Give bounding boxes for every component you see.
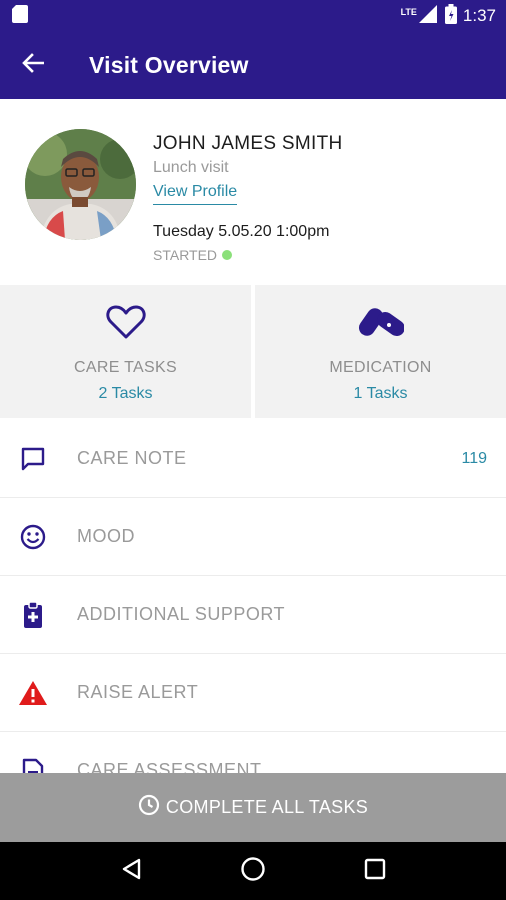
home-circle-icon — [240, 856, 266, 887]
back-triangle-icon — [121, 858, 141, 885]
task-tiles: CARE TASKS 2 Tasks MEDICATION 1 Tasks — [0, 285, 506, 418]
menu-item-label: MOOD — [77, 526, 135, 546]
nav-back-button[interactable] — [106, 846, 156, 896]
tile-count: 1 Tasks — [353, 385, 408, 402]
clock-icon — [138, 794, 160, 821]
status-time: 1:37 — [462, 6, 496, 25]
care-note-count: 119 — [461, 449, 487, 467]
tile-label: MEDICATION — [329, 359, 432, 376]
network-type: LTE — [400, 7, 417, 17]
profile-header: JOHN JAMES SMITH Lunch visit View Profil… — [0, 99, 506, 285]
signal-icon — [418, 4, 439, 28]
cta-label: COMPLETE ALL TASKS — [165, 797, 369, 817]
page-title: Visit Overview — [89, 52, 249, 78]
heart-icon — [105, 303, 146, 341]
menu-item-additional-support[interactable]: ADDITIONAL SUPPORT — [0, 576, 506, 654]
visit-datetime: Tuesday 5.05.20 1:00pm — [153, 223, 330, 240]
warning-icon — [0, 680, 66, 706]
care-tasks-tile[interactable]: CARE TASKS 2 Tasks — [0, 285, 251, 418]
menu-item-label: RAISE ALERT — [77, 682, 199, 702]
status-bar: LTE 1:37 — [0, 0, 506, 32]
tile-count: 2 Tasks — [98, 385, 153, 402]
avatar — [25, 129, 136, 240]
medication-tile[interactable]: MEDICATION 1 Tasks — [255, 285, 506, 418]
menu-item-label: CARE NOTE — [77, 448, 187, 468]
visit-type: Lunch visit — [153, 159, 229, 176]
tile-label: CARE TASKS — [74, 359, 177, 376]
battery-icon — [444, 3, 457, 29]
view-profile-link[interactable]: View Profile — [153, 183, 238, 205]
recents-square-icon — [364, 858, 386, 885]
status-dot-icon — [222, 250, 233, 260]
menu-item-label: ADDITIONAL SUPPORT — [77, 604, 286, 624]
client-name: JOHN JAMES SMITH — [153, 133, 343, 154]
app-bar: Visit Overview — [0, 32, 506, 99]
chat-bubble-icon — [0, 446, 66, 472]
medical-clipboard-icon — [0, 600, 66, 629]
pills-icon — [358, 303, 404, 341]
system-nav-bar — [0, 842, 506, 900]
menu-item-mood[interactable]: MOOD — [0, 498, 506, 576]
sim-card-icon — [12, 4, 28, 28]
complete-all-tasks-button[interactable]: COMPLETE ALL TASKS — [0, 773, 506, 842]
visit-menu: CARE NOTE 119 MOOD ADDITIONAL SUPPORT RA… — [0, 420, 506, 810]
menu-item-care-note[interactable]: CARE NOTE 119 — [0, 420, 506, 498]
visit-status: STARTED — [153, 247, 233, 263]
menu-item-raise-alert[interactable]: RAISE ALERT — [0, 654, 506, 732]
smiley-icon — [0, 524, 66, 550]
nav-recents-button[interactable] — [350, 846, 400, 896]
arrow-back-icon — [22, 53, 45, 78]
status-text: STARTED — [153, 247, 218, 263]
back-button[interactable] — [0, 32, 66, 99]
nav-home-button[interactable] — [228, 846, 278, 896]
